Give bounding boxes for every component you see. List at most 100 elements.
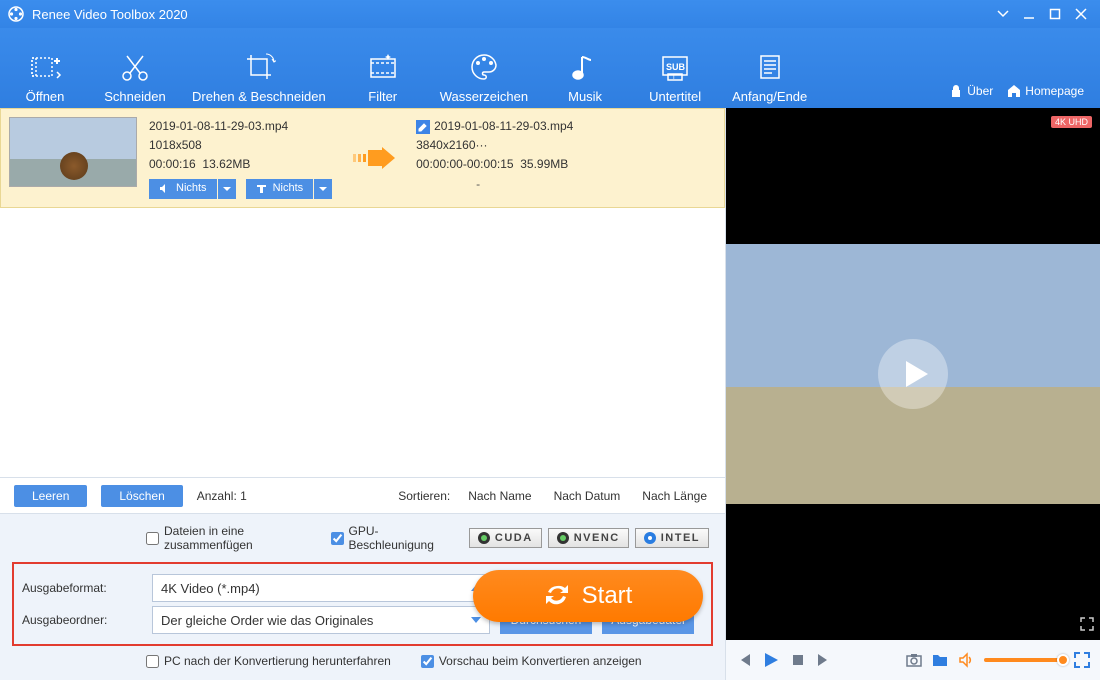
output-resolution: 3840x2160···	[416, 136, 573, 155]
music-button[interactable]: Musik	[540, 28, 630, 108]
text-icon	[256, 183, 267, 194]
delete-button[interactable]: Löschen	[101, 485, 182, 507]
output-range: 00:00:00-00:00:15	[416, 157, 513, 171]
music-label: Musik	[568, 89, 602, 104]
speaker-icon	[159, 183, 170, 194]
shutdown-label: PC nach der Konvertierung herunterfahren	[164, 654, 391, 668]
intel-badge: INTEL	[635, 528, 709, 548]
maximize-button[interactable]	[1042, 0, 1068, 28]
output-folder-combo[interactable]: Der gleiche Order wie das Originales	[152, 606, 490, 634]
watermark-button[interactable]: Wasserzeichen	[428, 28, 540, 108]
format-label: Ausgabeformat:	[22, 581, 142, 595]
start-button[interactable]: Start	[473, 570, 703, 622]
gpu-label: GPU-Beschleunigung	[349, 524, 439, 552]
output-size: 35.99MB	[520, 157, 568, 171]
subtitle-button[interactable]: SUBT Untertitel	[630, 28, 720, 108]
folder-label: Ausgabeordner:	[22, 613, 142, 627]
video-preview[interactable]: 4K UHD	[726, 108, 1100, 640]
filmstrip-sparkle-icon	[366, 49, 400, 85]
folder-value: Der gleiche Order wie das Originales	[161, 613, 373, 628]
homepage-link[interactable]: Homepage	[1007, 84, 1084, 98]
fullscreen-button[interactable]	[1074, 652, 1090, 668]
about-link[interactable]: Über	[949, 84, 993, 98]
input-file-info: 2019-01-08-11-29-03.mp4 1018x508 00:00:1…	[149, 117, 332, 199]
app-logo-icon	[8, 6, 24, 22]
chevron-down-icon	[471, 617, 481, 623]
count-label: Anzahl:	[197, 489, 237, 503]
refresh-icon	[544, 583, 570, 609]
audio-tag-label: Nichts	[176, 180, 207, 198]
begin-end-button[interactable]: Anfang/Ende	[720, 28, 819, 108]
output-file-info: 2019-01-08-11-29-03.mp4 3840x2160··· 00:…	[416, 117, 573, 194]
rotate-crop-button[interactable]: Drehen & Beschneiden	[180, 28, 338, 108]
count-value: 1	[240, 489, 247, 503]
beginend-label: Anfang/Ende	[732, 89, 807, 104]
minimize-button[interactable]	[1016, 0, 1042, 28]
subtitle-label: Untertitel	[649, 89, 701, 104]
subtitle-track-selector[interactable]: Nichts	[246, 179, 333, 199]
filmstrip-add-icon	[28, 49, 62, 85]
music-note-icon	[568, 49, 602, 85]
shutdown-checkbox[interactable]: PC nach der Konvertierung herunterfahren	[146, 654, 391, 668]
input-resolution: 1018x508	[149, 136, 332, 155]
svg-text:SUB: SUB	[666, 62, 686, 72]
mini-fullscreen-icon[interactable]	[1080, 617, 1094, 634]
input-filename: 2019-01-08-11-29-03.mp4	[149, 117, 332, 136]
stop-button[interactable]	[790, 652, 806, 668]
output-dash: -	[476, 175, 573, 194]
filter-button[interactable]: Filter	[338, 28, 428, 108]
output-format-combo[interactable]: 4K Video (*.mp4)	[152, 574, 490, 602]
close-button[interactable]	[1068, 0, 1094, 28]
player-controls	[726, 640, 1100, 680]
resolution-badge: 4K UHD	[1051, 116, 1092, 128]
next-button[interactable]	[816, 652, 832, 668]
file-row[interactable]: 2019-01-08-11-29-03.mp4 1018x508 00:00:1…	[0, 108, 725, 208]
cuda-badge: CUDA	[469, 528, 542, 548]
about-label: Über	[967, 84, 993, 98]
home-icon	[1007, 84, 1021, 98]
play-overlay-button[interactable]	[878, 339, 948, 409]
merge-checkbox[interactable]: Dateien in eine zusammenfügen	[146, 524, 301, 552]
start-label: Start	[582, 582, 633, 610]
homepage-label: Homepage	[1025, 84, 1084, 98]
snapshot-button[interactable]	[906, 652, 922, 668]
sort-by-name[interactable]: Nach Name	[464, 489, 535, 503]
output-panel: Dateien in eine zusammenfügen GPU-Beschl…	[0, 513, 725, 680]
crop-rotate-icon	[242, 49, 276, 85]
sort-label: Sortieren:	[398, 489, 450, 503]
menu-dropdown-icon[interactable]	[990, 0, 1016, 28]
volume-button[interactable]	[958, 652, 974, 668]
gpu-checkbox[interactable]: GPU-Beschleunigung	[331, 524, 439, 552]
titlebar: Renee Video Toolbox 2020	[0, 0, 1100, 28]
palette-icon	[467, 49, 501, 85]
file-list: 2019-01-08-11-29-03.mp4 1018x508 00:00:1…	[0, 108, 725, 477]
prev-button[interactable]	[736, 652, 752, 668]
output-filename: 2019-01-08-11-29-03.mp4	[434, 119, 573, 133]
lock-icon	[949, 84, 963, 98]
audio-track-selector[interactable]: Nichts	[149, 179, 236, 199]
merge-label: Dateien in eine zusammenfügen	[164, 524, 301, 552]
sort-by-date[interactable]: Nach Datum	[550, 489, 625, 503]
open-folder-button[interactable]	[932, 652, 948, 668]
video-thumbnail[interactable]	[9, 117, 137, 187]
cut-label: Schneiden	[104, 89, 165, 104]
volume-slider[interactable]	[984, 658, 1064, 662]
cut-button[interactable]: Schneiden	[90, 28, 180, 108]
subtitle-icon: SUBT	[658, 49, 692, 85]
document-lines-icon	[753, 49, 787, 85]
filter-label: Filter	[368, 89, 397, 104]
open-label: Öffnen	[26, 89, 65, 104]
sort-by-length[interactable]: Nach Länge	[638, 489, 711, 503]
preview-panel: 4K UHD	[726, 108, 1100, 680]
input-duration: 00:00:16	[149, 157, 196, 171]
preview-label: Vorschau beim Konvertieren anzeigen	[439, 654, 642, 668]
rotate-label: Drehen & Beschneiden	[192, 89, 326, 104]
clear-button[interactable]: Leeren	[14, 485, 87, 507]
watermark-label: Wasserzeichen	[440, 89, 528, 104]
edit-icon[interactable]	[416, 120, 430, 134]
preview-checkbox[interactable]: Vorschau beim Konvertieren anzeigen	[421, 654, 642, 668]
open-button[interactable]: Öffnen	[0, 28, 90, 108]
play-button[interactable]	[762, 651, 780, 669]
play-icon	[901, 359, 931, 389]
main-toolbar: Öffnen Schneiden Drehen & Beschneiden Fi…	[0, 28, 1100, 108]
